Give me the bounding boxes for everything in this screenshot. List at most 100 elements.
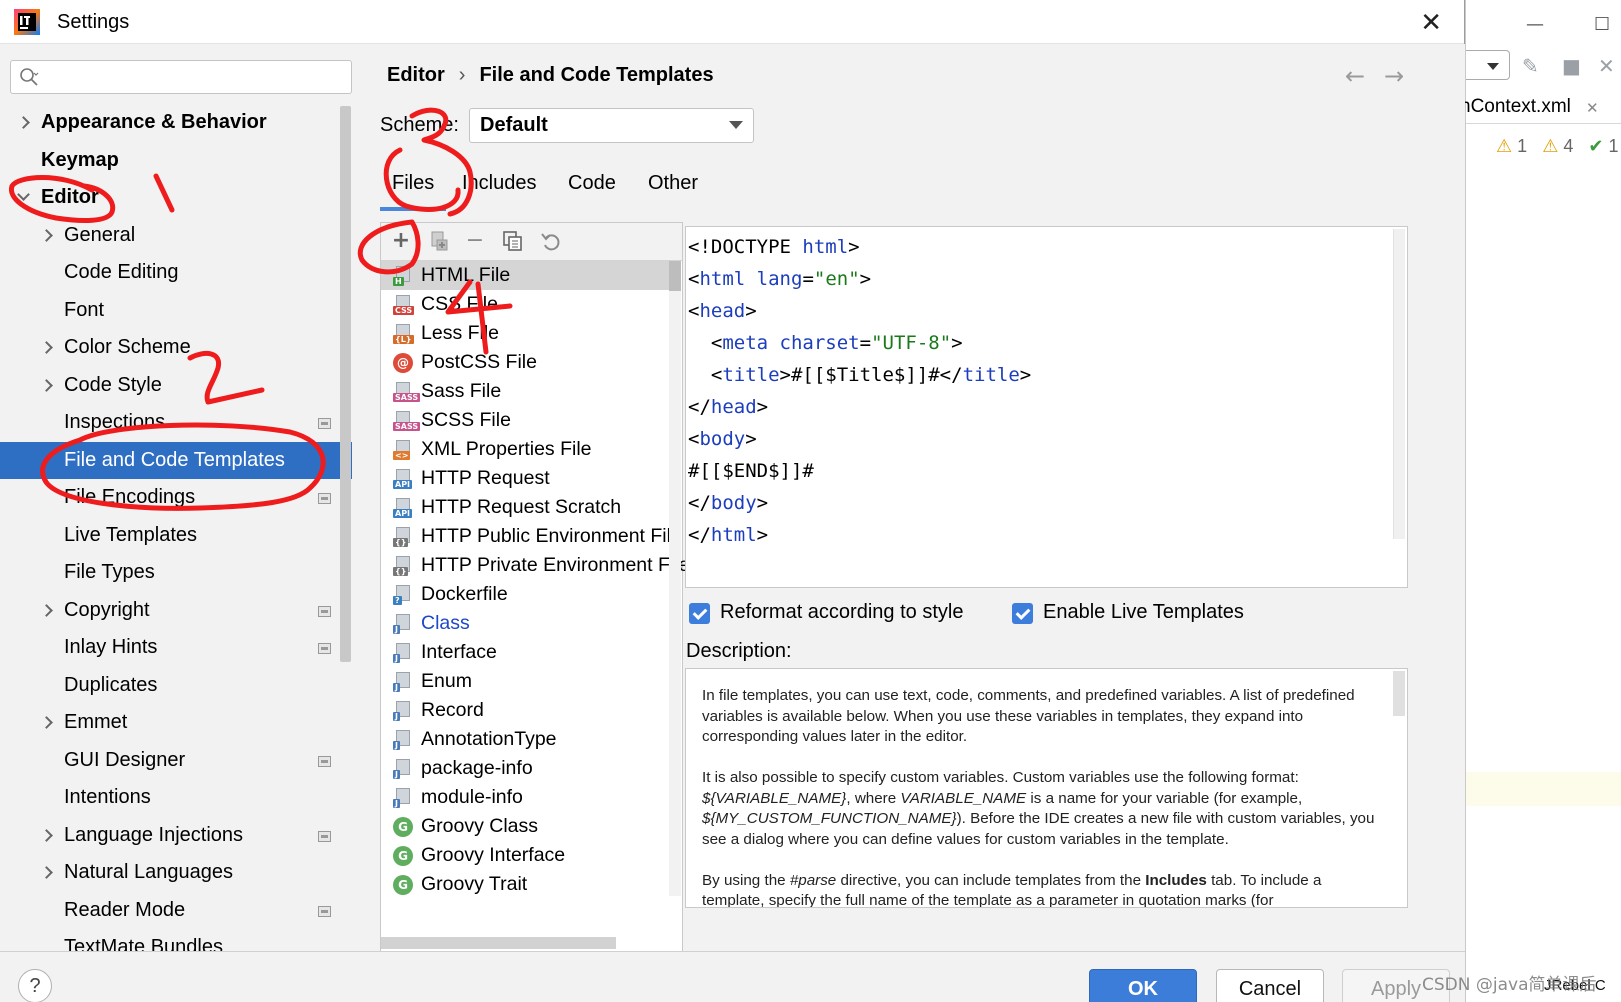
template-code-editor[interactable]: <!DOCTYPE html> <html lang="en"> <head> <m…: [685, 226, 1408, 588]
description-scrollbar[interactable]: [1393, 671, 1405, 716]
chevron-right-icon[interactable]: [17, 116, 30, 129]
tab-code[interactable]: Code: [568, 172, 616, 195]
code-line[interactable]: <html lang="en">: [688, 263, 1031, 295]
template-item[interactable]: J Enum: [381, 667, 669, 696]
sidebar-item-code-style[interactable]: Code Style: [0, 367, 352, 405]
template-item[interactable]: CSS CSS File: [381, 290, 669, 319]
sidebar-item-code-editing[interactable]: Code Editing: [0, 254, 352, 292]
sidebar-item-keymap[interactable]: Keymap: [0, 142, 352, 180]
chevron-down-icon[interactable]: [17, 188, 30, 201]
code-line[interactable]: <title>#[[$Title$]]#</title>: [688, 359, 1031, 391]
sidebar-item-language-injections[interactable]: Language Injections: [0, 817, 352, 855]
close-panel-icon[interactable]: ✕: [1598, 54, 1615, 78]
stop-icon[interactable]: ■: [1562, 54, 1581, 78]
chevron-right-icon[interactable]: [40, 228, 53, 242]
template-item[interactable]: {} HTTP Public Environment File: [381, 522, 682, 551]
back-arrow-icon[interactable]: ←: [1345, 62, 1365, 90]
template-item[interactable]: J AnnotationType: [381, 725, 669, 754]
sidebar-item-appearance-behavior[interactable]: Appearance & Behavior: [0, 104, 352, 142]
template-item[interactable]: API HTTP Request Scratch: [381, 493, 669, 522]
template-item[interactable]: H HTML File: [381, 261, 669, 290]
search-box[interactable]: [10, 60, 352, 94]
code-line[interactable]: <meta charset="UTF-8">: [688, 327, 1031, 359]
template-item[interactable]: ? Dockerfile: [381, 580, 669, 609]
chevron-right-icon[interactable]: [40, 341, 53, 354]
sidebar-item-inspections[interactable]: Inspections: [0, 404, 352, 442]
code-line[interactable]: <head>: [688, 295, 1031, 327]
code-scrollbar[interactable]: [1393, 229, 1405, 539]
sidebar-item-file-and-code-templates[interactable]: File and Code Templates: [0, 441, 352, 479]
sidebar-item-color-scheme[interactable]: Color Scheme: [0, 329, 352, 367]
tab-other[interactable]: Other: [648, 172, 698, 195]
sidebar-item-reader-mode[interactable]: Reader Mode: [0, 892, 352, 930]
sidebar-item-intentions[interactable]: Intentions: [0, 779, 352, 817]
template-item[interactable]: API HTTP Request: [381, 464, 669, 493]
sidebar-item-duplicates[interactable]: Duplicates: [0, 667, 352, 705]
sidebar-item-font[interactable]: Font: [0, 292, 352, 330]
forward-arrow-icon[interactable]: →: [1384, 62, 1404, 90]
code-line[interactable]: #[[$END$]]#: [688, 455, 1031, 487]
template-item[interactable]: Jpackage-info: [381, 754, 669, 783]
add-template-button[interactable]: +: [389, 230, 413, 254]
editor-tab-context-xml[interactable]: nContext.xml: [1460, 96, 1571, 118]
code-line[interactable]: <body>: [688, 423, 1031, 455]
scrollbar-thumb[interactable]: [669, 261, 681, 291]
sidebar-item-textmate-bundles[interactable]: TextMate Bundles: [0, 929, 352, 951]
code-line[interactable]: </body>: [688, 487, 1031, 519]
minimize-icon[interactable]: —: [1526, 14, 1544, 35]
chevron-right-icon[interactable]: [40, 378, 53, 392]
code-line[interactable]: <!DOCTYPE html>: [688, 231, 1031, 263]
template-item[interactable]: G Groovy Trait: [381, 870, 669, 899]
reset-icon[interactable]: [539, 230, 563, 254]
build-icon[interactable]: ✎: [1522, 54, 1539, 78]
sidebar-item-file-types[interactable]: File Types: [0, 554, 352, 592]
template-item[interactable]: J Class: [381, 609, 669, 638]
run-config-dropdown[interactable]: [1466, 50, 1510, 80]
ok-button[interactable]: OK: [1089, 969, 1197, 1002]
inspection-widget[interactable]: ⚠ 1 ⚠ 4 ✔ 1: [1496, 136, 1619, 157]
chevron-right-icon[interactable]: [40, 866, 53, 879]
template-item[interactable]: <> XML Properties File: [381, 435, 669, 464]
chevron-right-icon[interactable]: [40, 716, 53, 729]
template-list-scrollbar[interactable]: [669, 261, 681, 896]
template-item[interactable]: {} HTTP Private Environment File: [381, 551, 689, 580]
search-input[interactable]: [47, 65, 337, 89]
close-icon[interactable]: ✕: [1420, 8, 1442, 38]
tab-files[interactable]: Files: [379, 172, 447, 211]
tab-close-icon[interactable]: ✕: [1586, 99, 1599, 117]
template-item[interactable]: Jmodule-info: [381, 783, 669, 812]
sidebar-item-emmet[interactable]: Emmet: [0, 704, 352, 742]
template-item[interactable]: SASS Sass File: [381, 377, 669, 406]
chevron-right-icon[interactable]: [40, 828, 53, 842]
sidebar-item-copyright[interactable]: Copyright: [0, 592, 352, 630]
remove-template-button[interactable]: −: [463, 230, 487, 254]
sidebar-scrollbar[interactable]: [340, 106, 351, 662]
sidebar-item-general[interactable]: General: [0, 217, 352, 255]
sidebar-item-editor[interactable]: Editor: [0, 179, 352, 217]
sidebar-item-live-templates[interactable]: Live Templates: [0, 517, 352, 555]
code-line[interactable]: </html>: [688, 519, 1031, 551]
maximize-icon[interactable]: ☐: [1594, 14, 1610, 35]
template-item[interactable]: {L} Less File: [381, 319, 669, 348]
sidebar-item-inlay-hints[interactable]: Inlay Hints: [0, 629, 352, 667]
template-item[interactable]: J Record: [381, 696, 669, 725]
scheme-dropdown[interactable]: Default: [469, 108, 754, 143]
sidebar-item-gui-designer[interactable]: GUI Designer: [0, 742, 352, 780]
template-item[interactable]: G Groovy Interface: [381, 841, 669, 870]
cancel-button[interactable]: Cancel: [1216, 969, 1324, 1002]
help-button[interactable]: ?: [18, 969, 52, 1002]
template-item[interactable]: J Interface: [381, 638, 669, 667]
template-item[interactable]: G Groovy Class: [381, 812, 669, 841]
sidebar-item-natural-languages[interactable]: Natural Languages: [0, 854, 352, 892]
template-code[interactable]: <!DOCTYPE html> <html lang="en"> <head> <m…: [688, 231, 1031, 551]
duplicate-icon[interactable]: [501, 230, 525, 254]
chevron-right-icon[interactable]: [40, 603, 53, 617]
breadcrumb-parent[interactable]: Editor: [387, 64, 445, 86]
code-line[interactable]: </head>: [688, 391, 1031, 423]
sidebar-item-file-encodings[interactable]: File Encodings: [0, 479, 352, 517]
tab-includes[interactable]: Includes: [462, 172, 537, 195]
template-item[interactable]: @ PostCSS File: [381, 348, 669, 377]
copy-template-icon[interactable]: [427, 230, 451, 254]
template-item[interactable]: SASS SCSS File: [381, 406, 669, 435]
template-list-hscrollbar[interactable]: [381, 937, 616, 949]
